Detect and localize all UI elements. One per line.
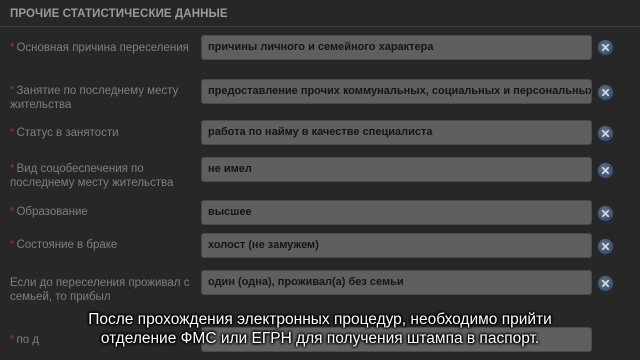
- section-divider: [0, 26, 640, 27]
- close-icon: [601, 129, 610, 138]
- field-label: * Образование: [10, 205, 190, 219]
- occupation-select[interactable]: предоставление прочих коммунальных, соци…: [201, 79, 592, 104]
- required-mark: *: [10, 206, 15, 218]
- field-label-text: Состояние в браке: [16, 239, 118, 251]
- subtitle-line-2: отделение ФМС или ЕГРН для получения шта…: [100, 330, 540, 347]
- field-label: * Статус в занятости: [10, 126, 190, 140]
- field-label-text: Основная причина переселения: [16, 42, 189, 54]
- clear-education-button[interactable]: [597, 205, 614, 222]
- close-icon: [601, 166, 610, 175]
- education-select[interactable]: высшее: [201, 200, 592, 225]
- required-mark: *: [10, 85, 15, 97]
- field-label: * Состояние в браке: [10, 238, 190, 252]
- close-icon: [601, 279, 610, 288]
- field-label-text: Образование: [16, 206, 88, 218]
- employment-select[interactable]: работа по найму в качестве специалиста: [201, 120, 592, 145]
- subtitle-line-1: После прохождения электронных процедур, …: [88, 311, 552, 328]
- section-title: ПРОЧИЕ СТАТИСТИЧЕСКИЕ ДАННЫЕ: [10, 8, 228, 20]
- field-label: Если до переселения проживал с семьей, т…: [10, 276, 190, 304]
- clear-occupation-button[interactable]: [597, 84, 614, 101]
- family-arrival-select[interactable]: один (одна), проживал(а) без семьи: [201, 270, 592, 295]
- video-subtitles: После прохождения электронных процедур, …: [0, 310, 640, 348]
- social-security-select[interactable]: не имел: [201, 157, 592, 182]
- clear-marital-status-button[interactable]: [597, 238, 614, 255]
- close-icon: [601, 43, 610, 52]
- required-mark: *: [10, 42, 15, 54]
- clear-family-arrival-button[interactable]: [597, 275, 614, 292]
- marital-status-select[interactable]: холост (не замужем): [201, 233, 592, 258]
- required-mark: *: [10, 163, 15, 175]
- reason-select[interactable]: причины личного и семейного характера: [201, 35, 592, 60]
- field-label: * Вид соцобеспечения по последнему месту …: [10, 162, 190, 190]
- field-label: * Занятие по последнему месту жительства: [10, 84, 190, 112]
- field-label-text: Если до переселения проживал с семьей, т…: [10, 277, 190, 303]
- clear-reason-button[interactable]: [597, 39, 614, 56]
- close-icon: [601, 242, 610, 251]
- field-label-text: Занятие по последнему месту жительства: [10, 85, 179, 111]
- required-mark: *: [10, 127, 15, 139]
- field-label-text: Вид соцобеспечения по последнему месту ж…: [10, 163, 174, 189]
- required-mark: *: [10, 239, 15, 251]
- clear-employment-button[interactable]: [597, 125, 614, 142]
- form-screen: ПРОЧИЕ СТАТИСТИЧЕСКИЕ ДАННЫЕ * Основная п…: [0, 0, 640, 360]
- close-icon: [601, 88, 610, 97]
- close-icon: [601, 209, 610, 218]
- field-label-text: Статус в занятости: [16, 127, 119, 139]
- field-label: * Основная причина переселения: [10, 41, 190, 55]
- clear-social-security-button[interactable]: [597, 162, 614, 179]
